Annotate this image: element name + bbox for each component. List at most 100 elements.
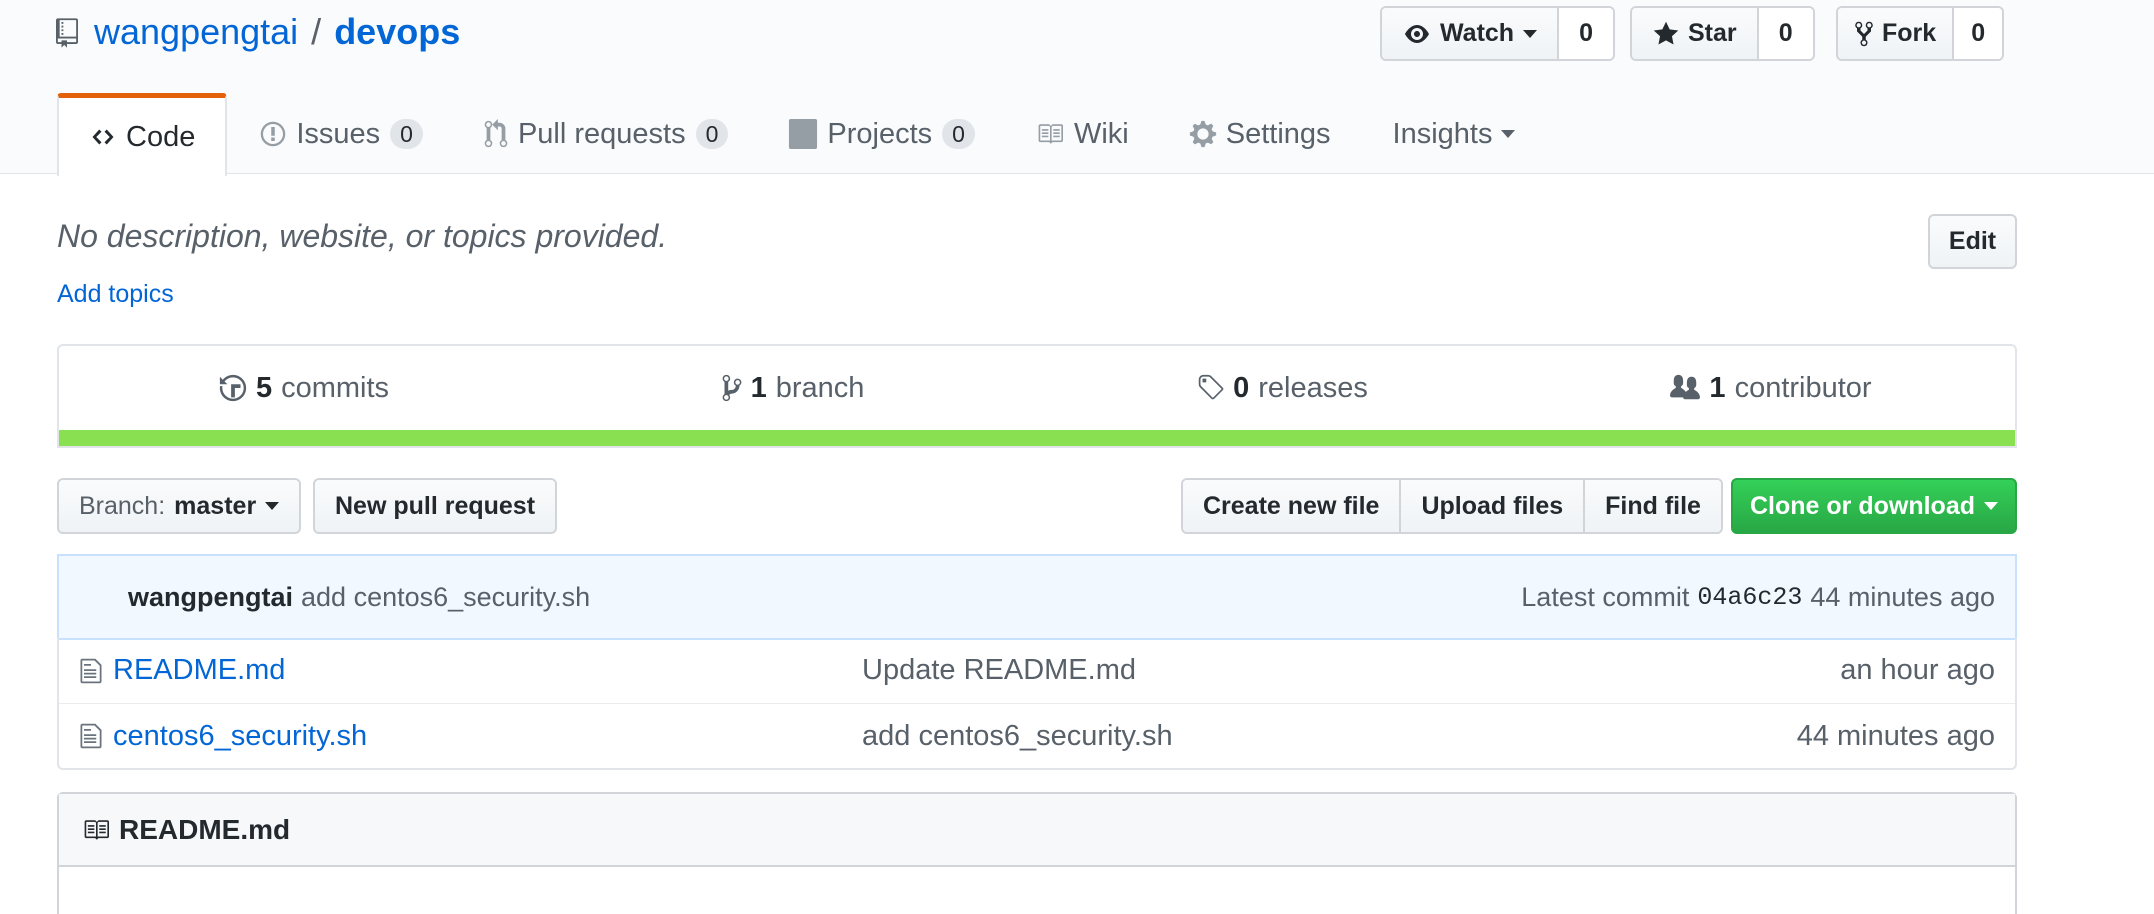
file-icon [80,723,102,749]
tab-wiki-label: Wiki [1073,117,1129,150]
tab-issues[interactable]: Issues 0 [227,93,453,175]
commit-author-link[interactable]: wangpengtai [128,582,293,613]
table-row: centos6_security.sh add centos6_security… [59,703,2015,768]
watch-group: Watch 0 [1380,6,1616,61]
tag-icon [1198,374,1224,400]
branch-name: master [174,491,257,520]
repo-name-link[interactable]: devops [334,11,460,53]
commit-age: 44 minutes ago [1810,581,1995,612]
new-pull-request-button[interactable]: New pull request [313,478,558,534]
issues-counter: 0 [390,119,423,149]
releases-count: 0 [1233,371,1250,404]
watch-label: Watch [1440,19,1515,47]
star-icon [1653,21,1679,44]
issue-opened-icon [261,121,286,147]
file-name-link[interactable]: centos6_security.sh [113,720,862,753]
branches-label: branch [775,371,865,404]
caret-down-icon [1501,130,1516,138]
file-age: 44 minutes ago [1796,719,1995,752]
add-topics-link[interactable]: Add topics [57,280,174,309]
project-icon [789,119,818,149]
projects-counter: 0 [942,119,975,149]
git-pull-request-icon [484,119,508,148]
repo-separator: / [311,11,322,52]
tab-settings[interactable]: Settings [1159,93,1361,175]
file-icon [80,658,102,683]
commit-sha-link[interactable]: 04a6c23 [1697,583,1802,612]
chevron-down-icon [265,502,280,510]
repo-nav-tabs: Code Issues 0 Pull requests 0 Projects 0… [57,93,1546,176]
numbers-summary: 5 commits 1 branch 0 releases 1 contribu… [57,344,2017,448]
tab-settings-label: Settings [1225,117,1331,150]
fork-count[interactable]: 0 [1952,8,2003,59]
latest-commit-bar: wangpengtai add centos6_security.sh Late… [57,554,2017,640]
clone-label: Clone or download [1750,491,1975,520]
tab-projects-label: Projects [827,117,933,150]
file-commit-message[interactable]: add centos6_security.sh [862,720,1173,753]
file-list: README.md Update README.md an hour ago c… [57,638,2017,770]
fork-button[interactable]: Fork [1838,8,1953,59]
chevron-down-icon [1523,29,1538,38]
tab-code[interactable]: Code [57,93,228,176]
pull-requests-counter: 0 [695,119,729,149]
history-icon [219,374,247,402]
commits-count: 5 [255,371,273,404]
eye-icon [1405,24,1429,43]
language-bar[interactable] [59,430,2015,446]
gear-icon [1189,120,1216,148]
upload-files-button[interactable]: Upload files [1399,480,1584,532]
edit-description-button[interactable]: Edit [1928,214,2017,269]
star-group: Star 0 [1630,6,1815,61]
commit-message-link[interactable]: add centos6_security.sh [301,582,590,613]
tab-wiki[interactable]: Wiki [1005,93,1159,175]
file-age: an hour ago [1840,654,1995,686]
releases-link[interactable]: 0 releases [1037,346,1526,430]
tab-code-label: Code [126,120,196,153]
commits-link[interactable]: 5 commits [59,346,548,430]
readme-header: README.md [59,794,2015,867]
contributors-link[interactable]: 1 contributor [1526,346,2015,430]
clone-or-download-button[interactable]: Clone or download [1731,478,2017,534]
create-new-file-button[interactable]: Create new file [1183,480,1400,532]
readme-panel: README.md [57,792,2017,914]
contributors-label: contributor [1734,371,1872,404]
git-branch-icon [722,374,741,402]
organization-icon [1670,374,1701,400]
fork-group: Fork 0 [1836,6,2005,61]
tab-issues-label: Issues [296,117,381,150]
code-icon [92,129,114,145]
commits-label: commits [281,371,390,404]
repo-title: wangpengtai / devops [56,8,460,56]
repo-description: No description, website, or topics provi… [57,218,668,254]
repo-owner-link[interactable]: wangpengtai [94,11,298,53]
star-count[interactable]: 0 [1756,8,1813,59]
tab-insights-label: Insights [1392,117,1493,150]
fork-label: Fork [1882,19,1937,47]
file-actions-group: Create new file Upload files Find file [1181,478,1723,534]
commit-meta: Latest commit 04a6c23 44 minutes ago [1521,582,1995,613]
find-file-button[interactable]: Find file [1583,480,1721,532]
branches-link[interactable]: 1 branch [548,346,1037,430]
watch-button[interactable]: Watch [1382,8,1558,59]
watch-count[interactable]: 0 [1557,8,1614,59]
repo-icon [56,16,78,48]
star-label: Star [1688,19,1737,47]
readme-title: README.md [119,813,291,845]
tab-projects[interactable]: Projects 0 [758,93,1005,175]
star-button[interactable]: Star [1632,8,1757,59]
latest-commit-prefix: Latest commit [1521,581,1690,612]
branch-select-button[interactable]: Branch: master [57,478,302,534]
chevron-down-icon [1984,502,1998,510]
tab-pull-requests-label: Pull requests [517,117,686,150]
file-name-link[interactable]: README.md [113,654,862,687]
branches-count: 1 [750,371,767,404]
repo-forked-icon [1855,21,1873,46]
book-icon [84,819,109,840]
branch-prefix: Branch: [79,491,166,520]
contributors-count: 1 [1709,371,1726,404]
releases-label: releases [1258,371,1368,404]
file-commit-message[interactable]: Update README.md [862,654,1136,687]
tab-pull-requests[interactable]: Pull requests 0 [453,93,758,175]
book-icon [1038,124,1063,144]
tab-insights[interactable]: Insights [1361,93,1546,175]
